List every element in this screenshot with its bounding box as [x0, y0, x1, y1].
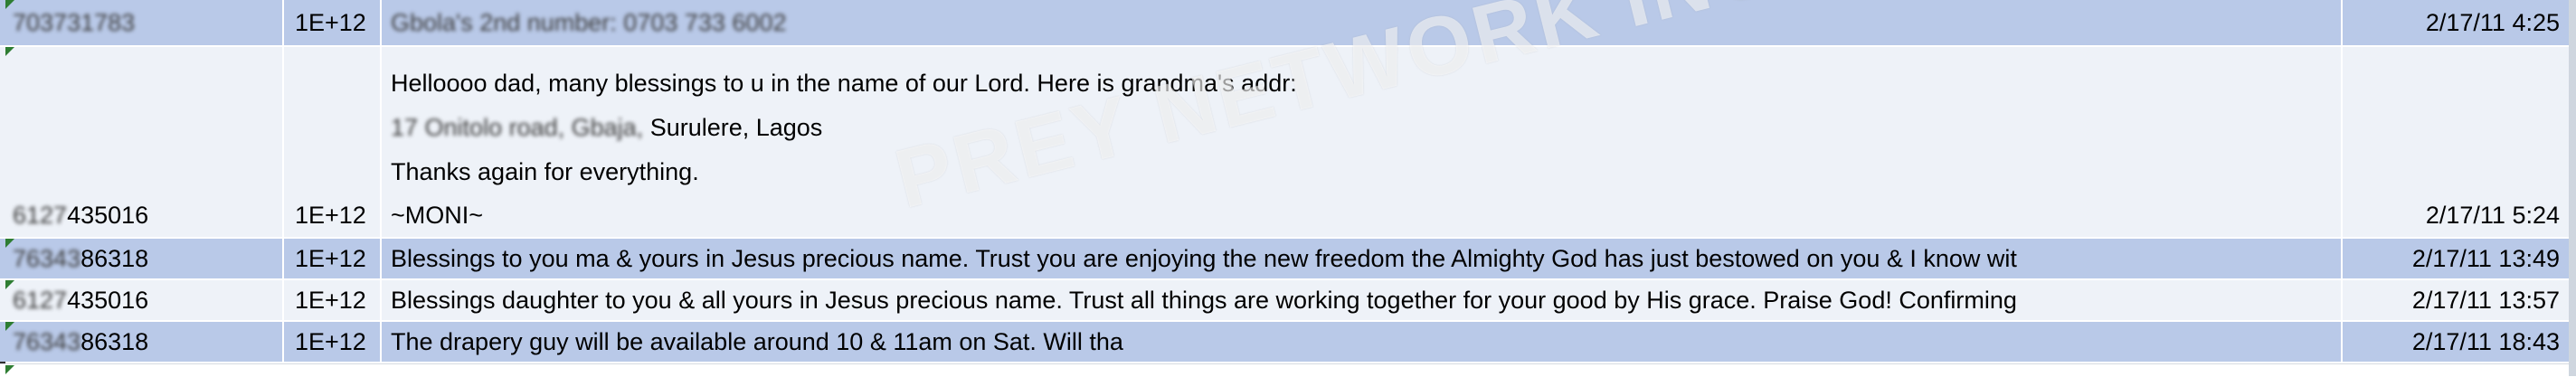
- table-row[interactable]: 6127435016 1E+12 Blessings daughter to y…: [0, 280, 2576, 320]
- comment-marker-icon: [5, 322, 14, 331]
- message-line-4[interactable]: ~MONI~: [391, 201, 483, 230]
- row-divider: [0, 278, 2576, 280]
- row-divider: [0, 320, 2576, 322]
- value-cell[interactable]: 1E+12: [295, 244, 366, 273]
- comment-marker-icon: [5, 280, 14, 289]
- phone-visible: 86318: [80, 328, 149, 355]
- phone-visible: 86318: [80, 245, 149, 272]
- comment-marker-icon: [5, 239, 14, 248]
- comment-marker-icon: [5, 47, 14, 56]
- message-cell[interactable]: Blessings daughter to you & all yours in…: [391, 286, 2340, 315]
- table-row[interactable]: 7634386318 1E+12 The drapery guy will be…: [0, 322, 2576, 362]
- phone-cell[interactable]: 6127435016: [13, 286, 148, 315]
- date-cell[interactable]: 2/17/11 13:49: [2352, 244, 2560, 273]
- message-line-2[interactable]: 17 Onitolo road, Gbaja, Surulere, Lagos: [391, 113, 822, 142]
- phone-visible: 435016: [67, 202, 149, 229]
- phone-cell[interactable]: 6127435016: [13, 201, 148, 230]
- address-redacted: 17 Onitolo road, Gbaja,: [391, 114, 644, 141]
- phone-visible: 435016: [67, 287, 149, 314]
- date-cell[interactable]: 2/17/11 5:24: [2352, 201, 2560, 230]
- spreadsheet-view: 703731783 1E+12 Gbola's 2nd number: 0703…: [0, 0, 2576, 377]
- phone-redacted: 6127: [13, 202, 68, 229]
- message-cell[interactable]: Gbola's 2nd number: 0703 733 6002: [391, 8, 786, 37]
- value-cell[interactable]: 1E+12: [295, 8, 366, 37]
- message-cell[interactable]: The drapery guy will be available around…: [391, 327, 1123, 356]
- date-cell[interactable]: 2/17/11 4:25: [2352, 8, 2560, 37]
- right-border: [2569, 0, 2576, 376]
- phone-redacted: 76343: [13, 245, 81, 272]
- address-visible: Surulere, Lagos: [643, 114, 823, 141]
- phone-cell[interactable]: 703731783: [13, 8, 135, 37]
- comment-marker-icon: [5, 365, 14, 374]
- row-divider: [0, 45, 2576, 47]
- table-row[interactable]: 703731783 1E+12 Gbola's 2nd number: 0703…: [0, 0, 2576, 45]
- phone-cell[interactable]: 7634386318: [13, 327, 148, 356]
- value-cell[interactable]: 1E+12: [295, 327, 366, 356]
- phone-cell[interactable]: 7634386318: [13, 244, 148, 273]
- message-cell[interactable]: Blessings to you ma & yours in Jesus pre…: [391, 244, 2340, 273]
- phone-redacted: 6127: [13, 287, 68, 314]
- next-row-edge: [0, 363, 2576, 377]
- phone-redacted: 76343: [13, 328, 81, 355]
- table-row[interactable]: 7634386318 1E+12 Blessings to you ma & y…: [0, 239, 2576, 278]
- message-line-3[interactable]: Thanks again for everything.: [391, 157, 699, 186]
- date-cell[interactable]: 2/17/11 18:43: [2352, 327, 2560, 356]
- row-divider: [0, 237, 2576, 239]
- comment-marker-icon: [5, 0, 14, 9]
- value-cell[interactable]: 1E+12: [295, 286, 366, 315]
- date-cell[interactable]: 2/17/11 13:57: [2352, 286, 2560, 315]
- message-line-1[interactable]: Helloooo dad, many blessings to u in the…: [391, 69, 1297, 98]
- value-cell[interactable]: 1E+12: [295, 201, 366, 230]
- table-row[interactable]: Helloooo dad, many blessings to u in the…: [0, 47, 2576, 237]
